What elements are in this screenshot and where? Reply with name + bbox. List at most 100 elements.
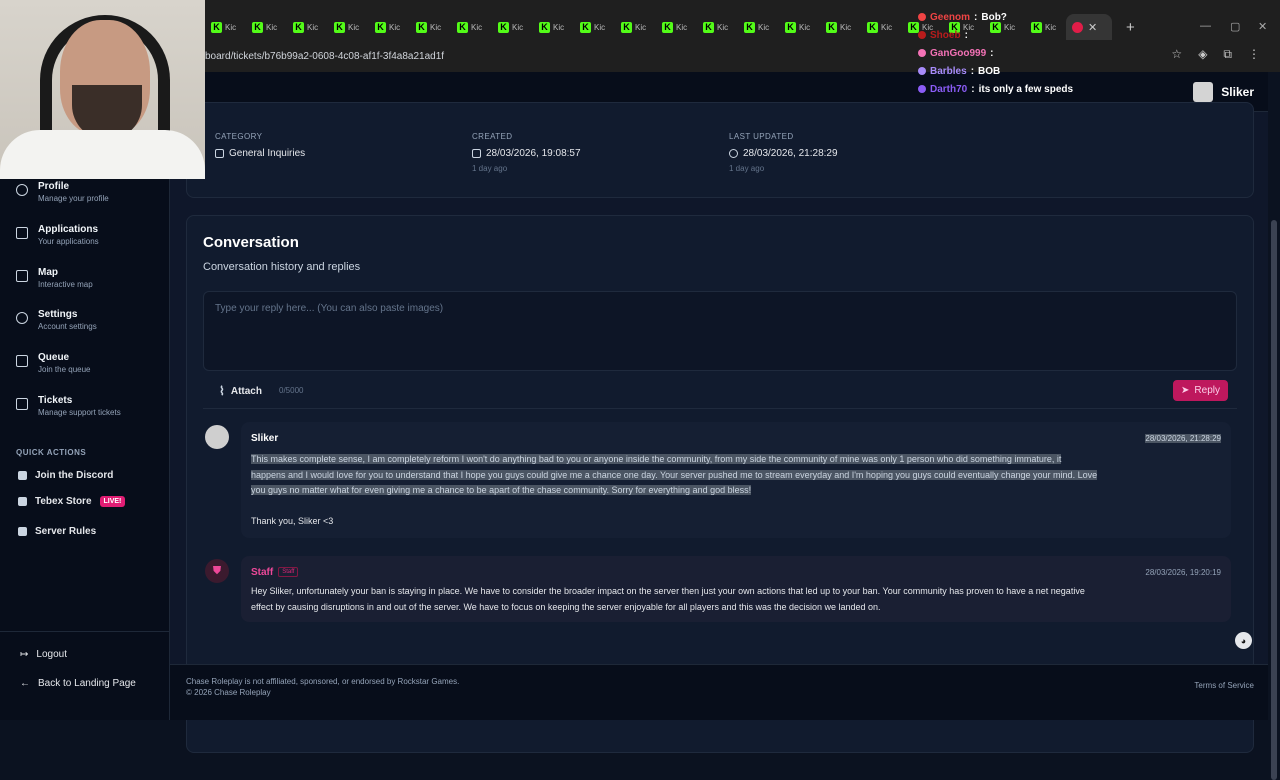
chat-username: GanGoo999 [930,47,987,59]
footer-copyright: © 2026 Chase Roleplay [186,688,271,697]
browser-tab[interactable]: K Kic [574,16,615,38]
tab-title: Kic [266,22,278,32]
browser-tab[interactable]: K Kic [410,16,451,38]
tebex-store-link[interactable]: Tebex Store LIVE! [18,496,126,507]
tab-title: Kic [348,22,360,32]
reply-button[interactable]: ➤ Reply [1173,380,1228,401]
browser-tab[interactable]: K Kic [697,16,738,38]
menu-icon[interactable]: ⋮ [1248,47,1260,62]
tab-title: Kic [635,22,647,32]
puzzle-icon[interactable]: ⧉ [1223,47,1232,62]
chat-username: Darth70 [930,83,968,95]
quick-action-label: Join the Discord [35,470,114,481]
attach-button[interactable]: ⌇ Attach [219,384,262,398]
logout-icon: ↦ [20,649,29,660]
browser-tab[interactable]: K Kic [328,16,369,38]
footer: Chase Roleplay is not affiliated, sponso… [170,664,1268,720]
browser-tab[interactable]: K Kic [779,16,820,38]
browser-tab[interactable]: K Kic [205,16,246,38]
reply-textarea[interactable]: Type your reply here... (You can also pa… [203,291,1237,371]
message-line: Hey Sliker, unfortunately your ban is st… [251,586,1085,596]
ticket-meta-card: CATEGORY General Inquiries CREATED 28/03… [186,102,1254,198]
tab-title: Kic [758,22,770,32]
user-name: Sliker [1221,85,1254,99]
browser-tab[interactable]: K Kic [861,16,902,38]
chat-badge-icon [918,49,926,57]
browser-tab[interactable]: K Kic [451,16,492,38]
sidebar-item-queue[interactable]: Queue Join the queue [16,352,91,374]
chat-separator: : [964,29,968,41]
footer-text: Chase Roleplay is not affiliated, sponso… [186,676,459,698]
join-discord-link[interactable]: Join the Discord [18,470,113,481]
browser-tab[interactable]: K Kic [820,16,861,38]
created-field: CREATED 28/03/2026, 19:08:57 1 day ago [472,132,581,173]
back-to-landing-link[interactable]: ← Back to Landing Page [20,678,136,689]
conversation-title: Conversation [203,234,299,251]
kick-logo-icon: K [498,21,509,33]
updated-value-row: 28/03/2026, 21:28:29 [729,148,838,159]
reply-label: Reply [1194,385,1220,396]
browser-tab[interactable]: K Kic [615,16,656,38]
browser-tab[interactable]: K Kic [738,16,779,38]
sidebar-item-sub: Manage your profile [38,194,109,203]
message-author-row: Staff Staff [251,567,299,578]
message-body: This makes complete sense, I am complete… [251,452,1226,529]
browser-tab[interactable]: K Kic [246,16,287,38]
message-line: you guys no matter what for even giving … [251,485,752,495]
quick-action-label: Tebex Store [35,496,92,507]
sidebar-item-label: Queue [38,352,70,363]
terms-link[interactable]: Terms of Service [1194,681,1254,690]
discord-icon [18,471,27,480]
sidebar-item-label: Profile [38,181,70,192]
sidebar-item-sub: Join the queue [38,365,91,374]
close-window-icon[interactable]: ✕ [1258,20,1267,33]
logout-button[interactable]: ↦ Logout [20,649,67,660]
cookie-icon[interactable]: ◕ [1235,632,1252,649]
list-icon [16,355,28,367]
message-author: Sliker [251,433,279,444]
browser-tab[interactable]: K Kic [533,16,574,38]
sidebar-item-settings[interactable]: Settings Account settings [16,309,97,331]
message-author: Staff [251,567,274,578]
sidebar-item-label: Map [38,267,58,278]
browser-tab[interactable]: K Kic [287,16,328,38]
maximize-icon[interactable]: ▢ [1230,20,1240,33]
browser-tab[interactable]: K Kic [656,16,697,38]
send-icon: ➤ [1181,385,1190,396]
url-text[interactable]: board/tickets/b76b99a2-0608-4c08-af1f-3f… [205,51,444,62]
chat-line: Shoeb: [918,26,1218,44]
scrollbar-thumb[interactable] [1271,220,1277,780]
back-label: Back to Landing Page [38,678,136,689]
tab-title: Kic [594,22,606,32]
shirt-shape [0,130,205,179]
sidebar-item-label: Tickets [38,395,73,406]
quick-actions-title: QUICK ACTIONS [16,448,87,457]
sidebar: Profile Manage your profile Applications… [0,179,170,720]
sidebar-item-tickets[interactable]: Tickets Manage support tickets [16,395,121,417]
kick-logo-icon: K [539,21,550,33]
server-rules-link[interactable]: Server Rules [18,526,96,537]
scrollbar[interactable] [1268,72,1280,780]
sidebar-item-applications[interactable]: Applications Your applications [16,224,99,246]
chat-message: its only a few speds [978,83,1074,95]
cart-icon [18,497,27,506]
tab-title: Kic [840,22,852,32]
chat-badge-icon [918,85,926,93]
browser-tab[interactable]: K Kic [369,16,410,38]
sidebar-item-label: Applications [38,224,99,235]
chat-message: BOB [978,65,1001,77]
sidebar-item-profile[interactable]: Profile Manage your profile [16,181,109,203]
chat-badge-icon [918,31,926,39]
divider [203,408,1237,409]
kick-logo-icon: K [621,21,632,33]
message-line: happens and I would love for you to unde… [251,469,1098,480]
sidebar-item-map[interactable]: Map Interactive map [16,267,93,289]
live-badge: LIVE! [99,496,126,507]
staff-badge: Staff [278,567,299,578]
chat-separator: : [990,47,994,59]
chat-line: Geenom: Bob? [918,8,1218,26]
sidebar-item-label: Settings [38,309,78,320]
kick-logo-icon: K [457,21,468,33]
browser-tab[interactable]: K Kic [492,16,533,38]
chat-line: GanGoo999: [918,44,1218,62]
